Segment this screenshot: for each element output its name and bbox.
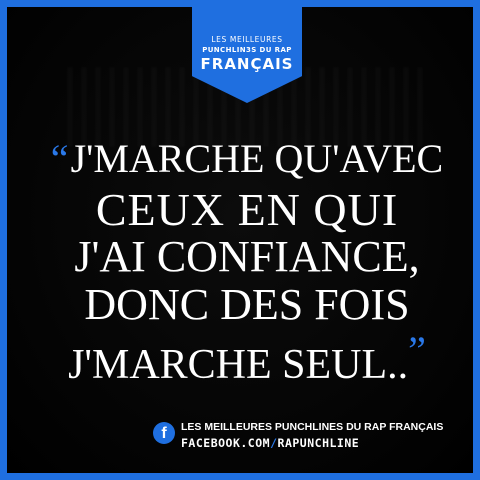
quote-line-5-text: J'MARCHE SEUL.. xyxy=(68,342,409,388)
badge-line-1: LES MEILLEURES xyxy=(211,35,283,44)
badge-line-3: FRANÇAIS xyxy=(200,55,294,73)
footer-page-title: LES MEILLEURES PUNCHLINES DU RAP FRANÇAI… xyxy=(181,421,444,433)
badge-line-2: PUNCHLIN3S DU RAP xyxy=(202,46,292,54)
quote-line-3: J'AI CONFIANCE, xyxy=(74,232,420,281)
url-page: RAPUNCHLINE xyxy=(277,436,360,450)
quote-line-2: CEUX EN QUI xyxy=(95,184,399,235)
facebook-icon[interactable]: f xyxy=(153,422,175,444)
open-quote-mark: “ xyxy=(50,136,69,181)
url-domain: FACEBOOK.COM xyxy=(181,436,271,450)
quote-card: LES MEILLEURES PUNCHLIN3S DU RAP FRANÇAI… xyxy=(0,0,480,480)
quote-line-4: DONC DES FOIS xyxy=(84,280,410,329)
footer-facebook-url[interactable]: FACEBOOK.COM/RAPUNCHLINE xyxy=(181,436,359,450)
quote-line-1: “J'MARCHE QU'AVEC xyxy=(7,136,473,187)
url-slash: / xyxy=(270,436,278,450)
quote-text: “J'MARCHE QU'AVEC CEUX EN QUI J'AI CONFI… xyxy=(7,136,473,387)
quote-line-1-text: J'MARCHE QU'AVEC xyxy=(70,136,444,181)
close-quote-mark: ” xyxy=(408,328,426,373)
quote-line-5: J'MARCHE SEUL..” xyxy=(7,328,473,387)
